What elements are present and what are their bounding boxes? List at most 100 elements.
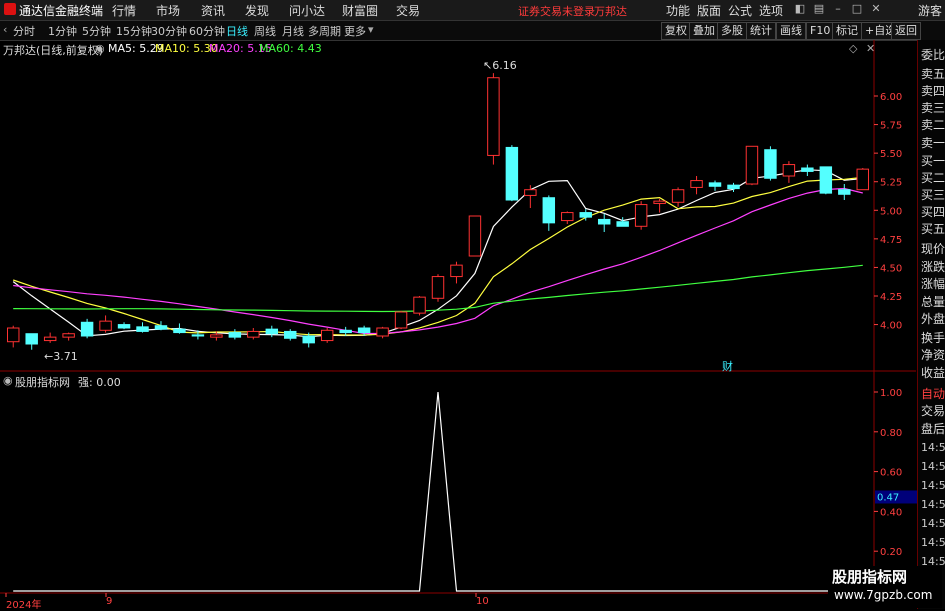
ma60-value: MA60: 4.43 [259, 42, 322, 55]
kline-chart-area[interactable]: 4.00 4.25 4.50 4.75 5.00 5.25 5.50 5.75 6.00 0.2… [0, 0, 945, 609]
label-turnover: 换手 [921, 331, 945, 345]
indicator-tick-label: 1.00 [880, 388, 902, 399]
xaxis-oct-label: 10 [476, 596, 489, 607]
candle-body [265, 328, 279, 335]
price-tick-label: 6.00 [880, 92, 902, 103]
candle-body [745, 145, 759, 185]
low-price-annotation: ←3.71 [44, 350, 78, 363]
candle-body [690, 180, 703, 188]
tick-time: 14:56 [921, 441, 945, 454]
watermark-url: www.7gpzb.com [834, 588, 933, 602]
candle-body [339, 329, 352, 334]
candle-body [173, 328, 186, 334]
auto-tab[interactable]: 自动 [921, 385, 945, 402]
price-tick-label: 5.50 [880, 149, 902, 160]
label-outer-volume: 外盘 [921, 312, 945, 326]
label-bid1: 买一 [921, 154, 945, 168]
candle-body [210, 334, 223, 338]
indicator-value: 强: 0.00 [78, 376, 121, 389]
label-ask2: 卖二 [921, 118, 945, 132]
candle-body [284, 330, 297, 339]
candle-body [154, 325, 168, 330]
indicator-tick-label: 0.60 [880, 468, 902, 479]
candle-body [653, 200, 666, 204]
price-tick-label: 4.50 [880, 263, 902, 274]
candle-body [357, 327, 371, 334]
label-price: 现价 [921, 242, 945, 256]
chart-title: 万邦达(日线,前复权) [3, 44, 104, 57]
label-ask3: 卖三 [921, 101, 945, 115]
candle-body [62, 333, 75, 338]
tick-time: 14:56 [921, 498, 945, 511]
candle-body [394, 311, 408, 329]
label-net-assets: 净资 [921, 348, 945, 362]
candle-body [597, 218, 611, 225]
ma10-line [13, 176, 863, 336]
xaxis-sep-label: 9 [106, 596, 113, 607]
label-ask1: 卖一 [921, 136, 945, 150]
label-trade: 交易 [921, 404, 945, 418]
high-price-value: 6.16 [492, 59, 517, 72]
chart-settings-icon[interactable]: ◇ [849, 42, 857, 55]
candle-body [450, 264, 463, 278]
candle-body [505, 146, 519, 201]
label-bid2: 买二 [921, 171, 945, 185]
indicator-tick-label: 0.40 [880, 507, 902, 518]
candle-body [727, 184, 740, 190]
chart-close-icon[interactable]: ✕ [866, 42, 875, 55]
label-change: 涨跌 [921, 260, 945, 274]
candle-body [376, 327, 389, 337]
candle-body [228, 332, 242, 338]
candle-body [782, 164, 796, 177]
financial-report-marker[interactable]: 财 [722, 358, 733, 374]
high-price-annotation: ↖6.16 [483, 59, 517, 72]
ma5-line [12, 169, 863, 338]
candle-body [524, 189, 537, 196]
indicator-tick-label: 0.20 [880, 547, 902, 558]
candle-body [634, 204, 648, 227]
tick-time: 14:57 [921, 536, 945, 549]
label-change-pct: 涨幅 [921, 277, 945, 291]
candle-body [468, 215, 482, 257]
label-after-hours: 盘后 [921, 422, 945, 436]
price-tick-label: 4.00 [880, 321, 902, 332]
price-tick-label: 4.25 [880, 292, 902, 303]
candle-body [708, 182, 722, 187]
indicator-line [13, 391, 863, 592]
candle-body [136, 326, 149, 332]
candle-body [671, 189, 685, 203]
label-ask5: 卖五 [921, 67, 945, 81]
watermark: 股朋指标网 www.7gpzb.com [828, 566, 942, 608]
candle-body [80, 321, 94, 337]
candle-body [838, 189, 851, 195]
candle-body [302, 335, 315, 344]
price-tick-label: 4.75 [880, 235, 902, 246]
candle-body [320, 329, 334, 342]
candle-body [579, 212, 592, 218]
candle-body [856, 168, 869, 191]
tick-time: 14:56 [921, 460, 945, 473]
candle-body [819, 166, 833, 194]
candle-body [191, 334, 205, 337]
watermark-title: 股朋指标网 [832, 568, 908, 586]
candle-body [764, 149, 777, 179]
candle-body [413, 296, 426, 314]
price-tick-label: 5.25 [880, 178, 902, 189]
label-bid5: 买五 [921, 222, 945, 236]
label-earnings: 收益 [921, 366, 945, 380]
label-volume: 总量 [921, 295, 945, 309]
indicator-toggle-icon[interactable]: ◉ [3, 374, 13, 387]
quote-side-panel: 委比 卖五 卖四 卖三 卖二 卖一 买一 买二 买三 买四 买五 现价 涨跌 涨… [917, 40, 945, 609]
candle-body [117, 324, 131, 329]
candle-body [43, 336, 57, 342]
label-commission-ratio: 委比 [921, 48, 945, 62]
tick-time: 14:56 [921, 517, 945, 530]
candle-body [247, 330, 260, 338]
ma-toggle-icon[interactable]: ◉ [95, 42, 105, 55]
price-tick-label: 5.75 [880, 121, 902, 132]
candle-body [801, 167, 814, 172]
candle-body [561, 212, 574, 222]
label-ask4: 卖四 [921, 84, 945, 98]
label-bid4: 买四 [921, 205, 945, 219]
indicator-name: 股朋指标网 [15, 376, 70, 389]
